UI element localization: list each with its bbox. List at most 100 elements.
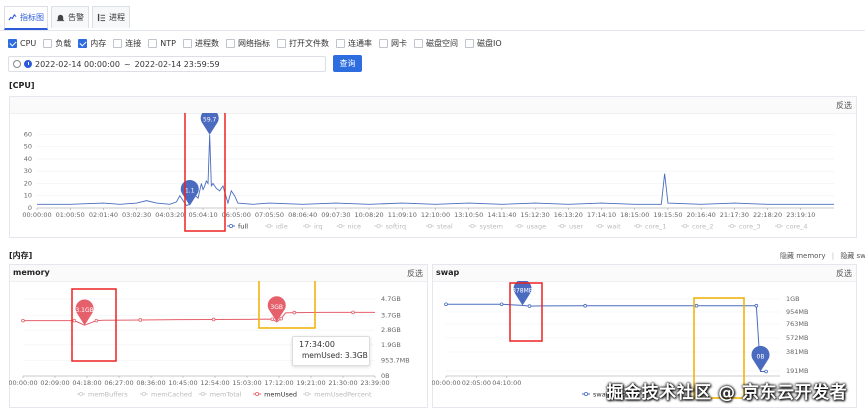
data-point — [72, 318, 77, 323]
cpu-panel-header — [10, 97, 856, 114]
metric-checkbox-5[interactable]: 进程数 — [182, 38, 219, 49]
legend-label: core_4 — [786, 223, 807, 231]
metric-checkbox-1[interactable]: 负载 — [43, 38, 71, 49]
legend-dot — [683, 224, 688, 229]
checkbox-box[interactable] — [78, 38, 88, 48]
tooltip-series: memUsed — [302, 351, 340, 360]
checkbox-box[interactable] — [276, 38, 286, 48]
checkbox-box[interactable] — [225, 38, 235, 48]
swap-panel-title: swap — [436, 268, 460, 277]
hide-memory-button[interactable]: 隐藏 memory — [780, 252, 825, 260]
tooltip-time: 17:34:00 — [299, 340, 335, 349]
highlight-box-memory-1 — [71, 288, 117, 362]
legend-dot — [427, 224, 432, 229]
checkbox-label: 进程数 — [194, 38, 219, 48]
data-point — [764, 369, 768, 374]
metric-checkbox-4[interactable]: NTP — [148, 38, 176, 48]
metric-checkbox-6[interactable]: 网络指标 — [225, 38, 270, 49]
memory-panel-header — [10, 265, 427, 282]
x-tick-label: 11:09:10 — [388, 211, 417, 219]
memory-reverse-select-button[interactable]: 反选 — [407, 268, 423, 279]
x-tick-label: 20:16:40 — [687, 211, 716, 219]
tab-metrics[interactable]: 指标图 — [4, 6, 48, 30]
checkbox-box[interactable] — [43, 38, 53, 48]
checkbox-box[interactable] — [182, 38, 192, 48]
metric-checkbox-3[interactable]: 连接 — [113, 38, 141, 49]
metric-checkbox-8[interactable]: 连通率 — [335, 38, 372, 49]
x-tick-label: 04:03:20 — [155, 211, 184, 219]
tooltip-row: memUsed: 3.3GB — [302, 351, 368, 360]
legend-label: memUsed — [264, 391, 297, 399]
legend-label: core_2 — [692, 223, 713, 231]
x-tick-label: 02:01:40 — [89, 211, 118, 219]
x-tick-label: 09:07:30 — [321, 211, 350, 219]
x-tick-label: 04:10:00 — [492, 379, 521, 387]
x-tick-label: 08:36:00 — [136, 379, 165, 387]
checkbox-box[interactable] — [113, 38, 123, 48]
tab-label: 告警 — [68, 13, 84, 22]
x-tick-label: 04:18:00 — [72, 379, 101, 387]
legend-dot — [200, 392, 205, 397]
legend-dot — [470, 224, 475, 229]
legend-label: idle — [276, 223, 288, 231]
legend-label: nice — [348, 223, 362, 231]
checkbox-box[interactable] — [464, 38, 474, 48]
metric-checkbox-2[interactable]: 内存 — [78, 38, 106, 49]
x-tick-label: 23:19:10 — [786, 211, 815, 219]
hide-swap-button[interactable]: 隐藏 swap — [840, 252, 865, 260]
chart-icon — [8, 13, 17, 21]
checkbox-box[interactable] — [148, 38, 158, 48]
data-point — [211, 317, 216, 322]
metric-checkbox-group: CPU 负载 内存 连接 NTP 进程数 网络指标 打开文件数 连通率 网卡 磁盘空间 磁盘IO — [8, 36, 509, 50]
data-point — [270, 317, 275, 321]
checkbox-box[interactable] — [413, 38, 423, 48]
swap-panel-header — [433, 265, 856, 282]
data-point — [527, 304, 532, 308]
checkbox-box[interactable] — [8, 38, 17, 48]
checkbox-label: 打开文件数 — [288, 38, 329, 48]
legend-label: user — [569, 223, 584, 231]
metric-checkbox-9[interactable]: 网卡 — [378, 38, 407, 49]
hide-separator: | — [831, 252, 835, 260]
legend-label: memUsedPercent — [314, 391, 372, 399]
tab-process[interactable]: 进程 — [92, 6, 130, 28]
cpu-section-title: [CPU] — [9, 81, 35, 90]
x-tick-label: 00:00:00 — [22, 211, 51, 219]
metric-checkbox-7[interactable]: 打开文件数 — [276, 38, 329, 49]
data-point — [444, 302, 448, 307]
legend-dot — [777, 224, 782, 229]
metric-checkbox-0[interactable]: CPU — [8, 38, 37, 48]
legend-dot — [228, 224, 233, 229]
cpu-reverse-select-button[interactable]: 反选 — [836, 100, 852, 111]
legend-label: system — [480, 223, 504, 231]
query-button[interactable]: 查询 — [333, 55, 362, 72]
checkbox-box[interactable] — [335, 38, 345, 48]
date-range-picker[interactable]: 2022-02-14 00:00:00 ~ 2022-02-14 23:59:5… — [8, 56, 326, 72]
x-tick-label: 02:05:00 — [462, 379, 491, 387]
data-point — [94, 318, 99, 323]
y-tick-label: 763MB — [786, 320, 808, 328]
x-tick-label: 17:12:00 — [264, 379, 293, 387]
x-tick-label: 12:54:00 — [200, 379, 229, 387]
legend-label: core_3 — [739, 223, 760, 231]
legend-dot — [730, 224, 735, 229]
memused-series-line — [23, 311, 375, 326]
checkbox-box[interactable] — [378, 38, 388, 48]
checkbox-label: 内存 — [90, 38, 107, 48]
y-tick-label: 2.8GB — [381, 326, 401, 334]
x-tick-label: 15:03:00 — [232, 379, 261, 387]
tab-alarm[interactable]: 告警 — [51, 6, 89, 28]
x-tick-label: 16:13:20 — [554, 211, 583, 219]
data-point — [138, 318, 143, 322]
memory-hide-controls: 隐藏 memory | 隐藏 swap — [780, 251, 865, 261]
y-tick-label: 1.9GB — [381, 341, 401, 349]
cpu-series-line — [37, 134, 834, 207]
metric-checkbox-10[interactable]: 磁盘空间 — [413, 38, 458, 49]
chart-marker-label: 878MB — [512, 287, 533, 294]
swap-reverse-select-button[interactable]: 反选 — [836, 268, 852, 279]
y-tick-label: 572MB — [786, 334, 808, 342]
metric-checkbox-11[interactable]: 磁盘IO — [464, 38, 502, 49]
data-point — [292, 310, 297, 315]
data-point — [754, 303, 759, 308]
checkbox-label: CPU — [20, 38, 37, 48]
